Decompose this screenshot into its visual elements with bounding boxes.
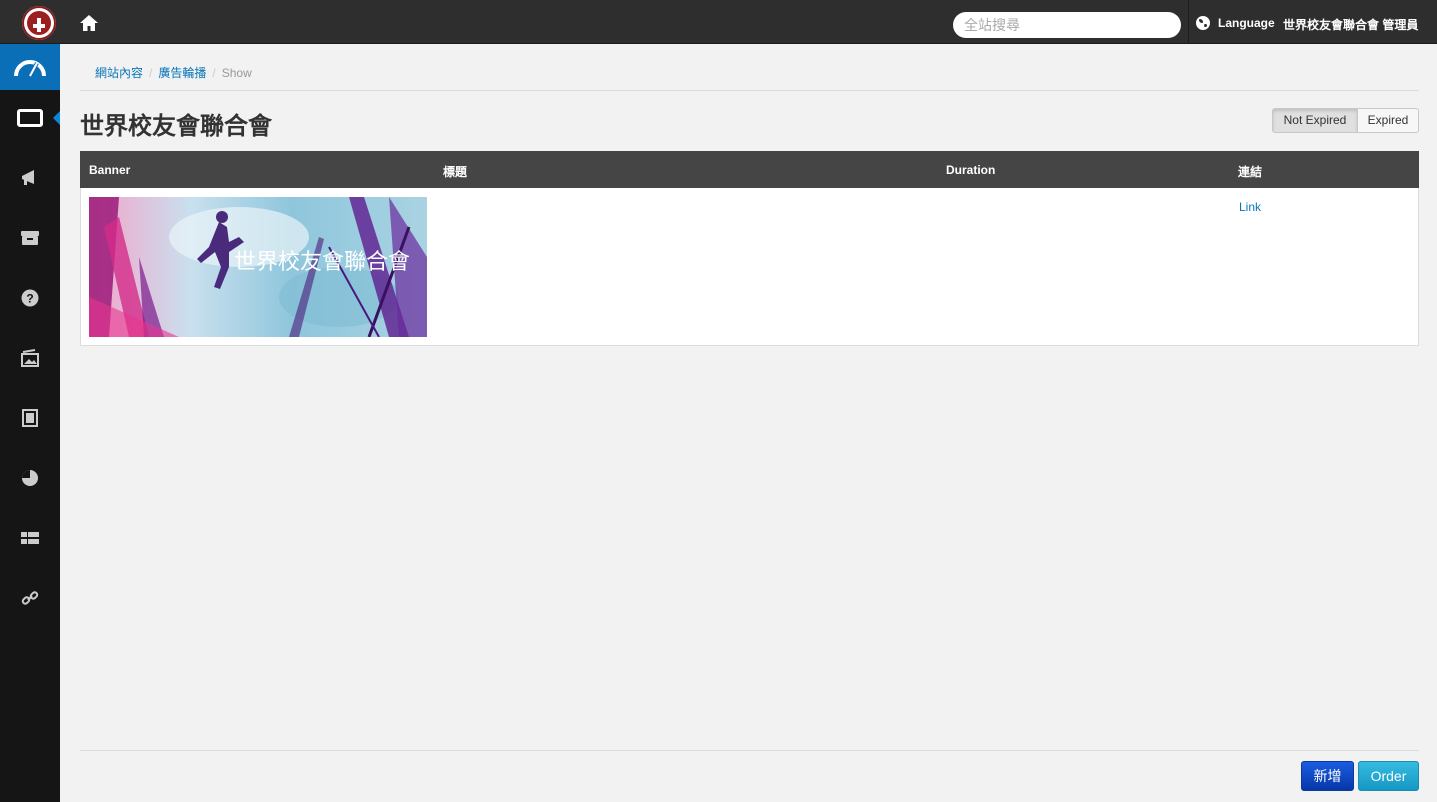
column-link: 連結 — [1238, 165, 1263, 179]
sidebar-item-faq[interactable]: ? — [0, 276, 60, 322]
topbar-divider — [1188, 0, 1189, 44]
gallery-icon — [20, 348, 40, 370]
sidebar-item-statistics[interactable] — [0, 456, 60, 502]
sidebar-item-banner[interactable] — [0, 96, 60, 142]
site-logo[interactable] — [22, 6, 56, 40]
breadcrumb-current: Show — [221, 66, 252, 80]
expiry-filter: Not Expired Expired — [1272, 108, 1419, 133]
header-divider — [80, 90, 1419, 91]
pie-chart-icon — [21, 469, 39, 490]
help-icon: ? — [21, 289, 39, 310]
page-icon — [22, 408, 38, 430]
row-link[interactable]: Link — [1239, 200, 1261, 214]
sidebar-item-dashboard[interactable] — [0, 44, 60, 90]
sidebar-item-announcement[interactable] — [0, 156, 60, 202]
column-title: 標題 — [443, 165, 468, 179]
order-button[interactable]: Order — [1358, 761, 1419, 791]
sidebar-item-page[interactable] — [0, 396, 60, 442]
archive-icon — [20, 230, 40, 249]
globe-icon — [1196, 16, 1210, 30]
column-banner: Banner — [89, 163, 131, 177]
table-row: 世界校友會聯合會 Link — [80, 188, 1419, 346]
logo-emblem — [27, 11, 51, 35]
add-button[interactable]: 新增 — [1301, 761, 1354, 791]
top-bar: Language 世界校友會聯合會 管理員 — [0, 0, 1437, 44]
sidebar-item-archive[interactable] — [0, 216, 60, 262]
expired-button[interactable]: Expired — [1358, 108, 1419, 133]
monitor-icon — [17, 108, 43, 130]
banner-image[interactable]: 世界校友會聯合會 — [89, 197, 427, 337]
sidebar-item-links[interactable] — [0, 576, 60, 622]
grid-icon — [20, 531, 40, 548]
breadcrumb-banner-carousel[interactable]: 廣告輪播 — [158, 66, 206, 80]
sidebar-item-gallery[interactable] — [0, 336, 60, 382]
column-duration: Duration — [946, 163, 996, 177]
megaphone-icon — [20, 169, 40, 190]
site-search-input[interactable] — [953, 12, 1181, 38]
breadcrumb: 網站內容 / 廣告輪播 / Show — [95, 66, 252, 80]
page-title: 世界校友會聯合會 — [80, 113, 272, 140]
home-icon[interactable] — [79, 14, 99, 32]
active-indicator — [53, 111, 60, 125]
banner-caption: 世界校友會聯合會 — [234, 250, 410, 275]
sidebar: ? — [0, 44, 60, 802]
dashboard-icon — [13, 54, 47, 81]
not-expired-button[interactable]: Not Expired — [1272, 108, 1358, 133]
language-label: Language — [1218, 16, 1275, 30]
language-menu[interactable]: Language — [1196, 15, 1275, 31]
sidebar-item-layout[interactable] — [0, 516, 60, 562]
user-menu[interactable]: 世界校友會聯合會 管理員 — [1283, 16, 1418, 33]
footer-divider — [80, 750, 1419, 751]
breadcrumb-site-content[interactable]: 網站內容 — [95, 66, 143, 80]
table-header: Banner 標題 Duration 連結 — [80, 151, 1419, 188]
svg-text:?: ? — [26, 291, 33, 305]
banner-table: Banner 標題 Duration 連結 世界校友會聯合會 Link — [80, 151, 1419, 346]
link-icon — [21, 589, 39, 610]
